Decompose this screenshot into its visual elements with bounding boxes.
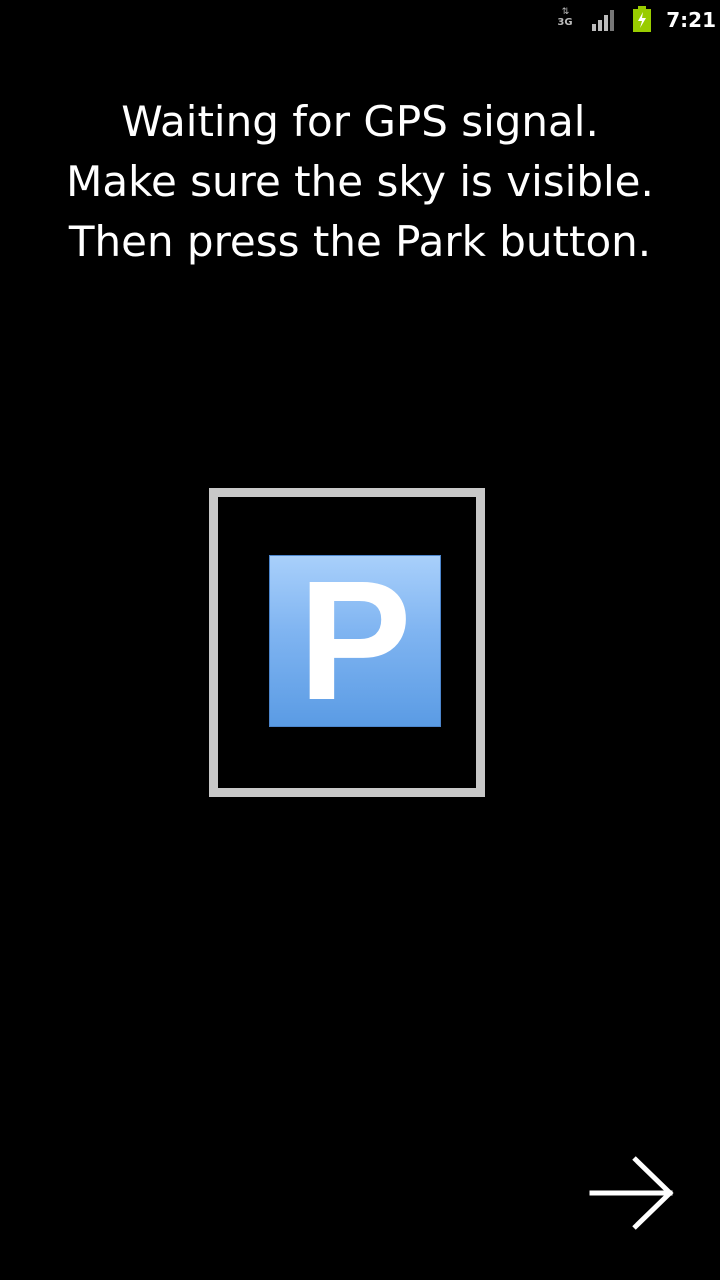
arrow-right-icon[interactable] [588,1154,676,1232]
status-bar: ⇅ 3G 7:21 [0,0,720,38]
instruction-line-3: Then press the Park button. [68,217,652,266]
network-3g-icon: ⇅ 3G [556,7,574,31]
parking-sign-icon: P [269,555,441,727]
instruction-line-2: Make sure the sky is visible. [66,157,654,206]
clock: 7:21 [666,8,716,32]
signal-bars-icon [592,10,614,31]
data-activity-icon: ⇅ [561,7,570,17]
network-type-label: 3G [557,17,573,28]
park-button[interactable]: P [209,488,485,797]
instruction-line-1: Waiting for GPS signal. [121,97,599,146]
gps-instructions: Waiting for GPS signal. Make sure the sk… [0,92,720,272]
park-letter: P [298,546,412,736]
battery-charging-icon [633,6,651,32]
